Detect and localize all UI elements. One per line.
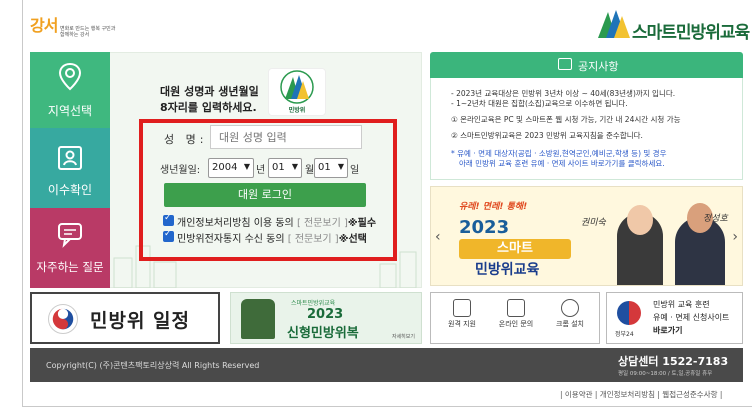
- name-input[interactable]: [210, 125, 362, 149]
- gov24-label: 정부24: [615, 331, 634, 338]
- birth-label: 생년월일:: [160, 165, 201, 176]
- schedule-title: 민방위 일정: [90, 310, 191, 332]
- notification-agree-checkbox[interactable]: [163, 229, 174, 242]
- notice-header[interactable]: 공지사항: [430, 52, 743, 78]
- notice-line: ① 온라인교육은 PC 및 스마트폰 웹 시청 가능, 기간 내 24시간 시청…: [451, 115, 681, 124]
- chevron-left-icon[interactable]: ‹: [435, 229, 441, 245]
- mountain-logo-icon: [598, 10, 630, 38]
- id-card-icon: [58, 146, 82, 170]
- birth-year-value: 2004: [212, 162, 238, 173]
- notification-agree-row: 민방위전자통지 수신 동의 [ 전문보기 ]※선택: [177, 230, 367, 245]
- chevron-down-icon: ▼: [337, 162, 344, 171]
- login-intro: 대원 성명과 생년월일 8자리를 입력하세요.: [160, 84, 259, 116]
- remote-support-label: 원격 지원: [448, 320, 476, 328]
- uniform-more-link[interactable]: 자세히보기: [392, 333, 415, 340]
- banner-signature: 권미숙: [581, 218, 606, 228]
- gov24-line3: 바로가기: [653, 326, 683, 335]
- monitor-icon: [453, 299, 471, 317]
- privacy-agree-checkbox[interactable]: [163, 213, 174, 226]
- footer: Copyright(C) (주)콘텐츠팩토리상상력 All Rights Res…: [30, 348, 743, 382]
- birth-month-value: 01: [272, 162, 285, 173]
- online-inquiry-label: 온라인 문의: [498, 320, 534, 328]
- birth-year-select[interactable]: 2004 ▼: [208, 158, 254, 178]
- smart-logo-text: 스마트민방위교육: [632, 23, 750, 43]
- location-pin-icon: [58, 62, 82, 91]
- login-button[interactable]: 대원 로그인: [164, 183, 366, 207]
- birth-month-select[interactable]: 01 ▼: [268, 158, 302, 178]
- chat-icon: [58, 223, 82, 248]
- name-label: 성 명:: [164, 133, 208, 146]
- chevron-down-icon: ▼: [291, 162, 298, 171]
- uniform-image: [241, 299, 275, 339]
- presenter-face: [627, 205, 653, 235]
- birth-day-select[interactable]: 01 ▼: [314, 158, 348, 178]
- login-intro-line2: 8자리를 입력하세요.: [160, 101, 257, 114]
- gangseo-logo[interactable]: 강서 변화로 만드는 행복 구민과 함께하는 강서: [30, 10, 115, 44]
- gov24-card[interactable]: 정부24 민방위 교육 훈련 유예 · 면제 신청사이트 바로가기: [606, 292, 743, 344]
- uniform-title: 신형민방위복: [287, 326, 359, 341]
- notice-line: 아래 민방위 교육 훈련 유예 · 면제 사이트 바로가기를 클릭하세요.: [459, 159, 665, 168]
- banner-signature: 정성호: [703, 214, 728, 224]
- notice-icon: [558, 58, 572, 70]
- schedule-card[interactable]: 민방위 일정: [30, 292, 220, 344]
- chevron-down-icon: ▼: [243, 162, 250, 171]
- privacy-agree-row: 개인정보처리방침 이용 동의 [ 전문보기 ]※필수: [177, 214, 376, 229]
- promo-banner[interactable]: ‹ 유레! 면레! 통해! 2023 스마트 민방위교육 권미숙 정성호 ›: [430, 186, 743, 286]
- uniform-card[interactable]: 스마트민방위교육 2023 신형민방위복 자세히보기: [230, 292, 422, 344]
- chrome-install-label: 크롬 설치: [556, 320, 584, 328]
- tab-completion-check-label: 이수확인: [47, 183, 93, 197]
- tab-faq[interactable]: 자주하는 질문: [30, 208, 110, 288]
- notice-line: ② 스마트민방위교육은 2023 민방위 교육지침을 준수합니다.: [451, 131, 643, 140]
- taegeuk-icon: [48, 304, 78, 334]
- day-unit: 일: [350, 165, 360, 176]
- banner-title2: 민방위교육: [475, 262, 540, 278]
- chrome-icon: [561, 299, 579, 317]
- gov24-emblem-icon: [617, 301, 641, 325]
- gangseo-logo-mark: 강서: [30, 16, 58, 35]
- online-inquiry-link[interactable]: 온라인 문의: [491, 299, 541, 329]
- smart-civil-defense-logo[interactable]: 스마트민방위교육: [596, 8, 750, 43]
- privacy-agree-label: 개인정보처리방침 이용 동의: [177, 218, 294, 229]
- emblem-mountain-icon: [280, 70, 314, 104]
- notification-view-link[interactable]: [ 전문보기 ]: [288, 234, 339, 245]
- notification-agree-label: 민방위전자통지 수신 동의: [177, 234, 285, 245]
- call-center: 상담센터 1522-7183: [618, 355, 729, 368]
- civil-defense-emblem: 민방위: [268, 68, 326, 116]
- gov24-line1: 민방위 교육 훈련: [653, 300, 710, 309]
- login-intro-line1: 대원 성명과 생년월일: [160, 85, 259, 98]
- chat-bubble-icon: [507, 299, 525, 317]
- year-unit: 년: [256, 165, 266, 176]
- required-mark: ※필수: [347, 218, 377, 229]
- optional-mark: ※선택: [338, 234, 367, 245]
- banner-year: 2023: [459, 217, 510, 238]
- chevron-right-icon[interactable]: ›: [732, 229, 738, 245]
- notice-body: - 2023년 교육대상은 민방위 3년차 이상 ~ 40세(83년생)까지 입…: [430, 78, 743, 180]
- uniform-year: 2023: [307, 307, 344, 322]
- side-tabs: 지역선택 이수확인 자주하는 질문: [30, 52, 110, 288]
- tab-region-select-label: 지역선택: [47, 104, 93, 118]
- birth-day-value: 01: [318, 162, 331, 173]
- privacy-view-link[interactable]: [ 전문보기 ]: [297, 218, 348, 229]
- tab-faq-label: 자주하는 질문: [36, 260, 104, 274]
- gov24-line2: 유예 · 면제 신청사이트: [653, 313, 730, 322]
- copyright: Copyright(C) (주)콘텐츠팩토리상상력 All Rights Res…: [46, 361, 260, 370]
- banner-tagline: 유레! 면레! 통해!: [459, 202, 528, 212]
- gangseo-logo-sub: 변화로 만드는 행복 구민과 함께하는 강서: [60, 26, 116, 38]
- notice-line: - 1~2년차 대원은 집합(소집)교육으로 이수하면 됩니다.: [451, 99, 628, 108]
- tab-region-select[interactable]: 지역선택: [30, 52, 110, 128]
- tab-completion-check[interactable]: 이수확인: [30, 128, 110, 208]
- uniform-small-label: 스마트민방위교육: [291, 300, 336, 307]
- remote-support-link[interactable]: 원격 지원: [437, 299, 487, 329]
- call-center-hours: 평일 09:00~18:00 / 토,일,공휴일 휴무: [618, 371, 713, 377]
- quick-links-card: 원격 지원 온라인 문의 크롬 설치: [430, 292, 600, 344]
- footer-links[interactable]: | 이용약관 | 개인정보처리방침 | 웹접근성준수사항 |: [560, 389, 722, 400]
- notice-title: 공지사항: [578, 60, 619, 73]
- emblem-caption: 민방위: [288, 107, 306, 114]
- chrome-install-link[interactable]: 크롬 설치: [545, 299, 595, 329]
- banner-title1: 스마트: [459, 239, 571, 259]
- month-unit: 월: [305, 165, 315, 176]
